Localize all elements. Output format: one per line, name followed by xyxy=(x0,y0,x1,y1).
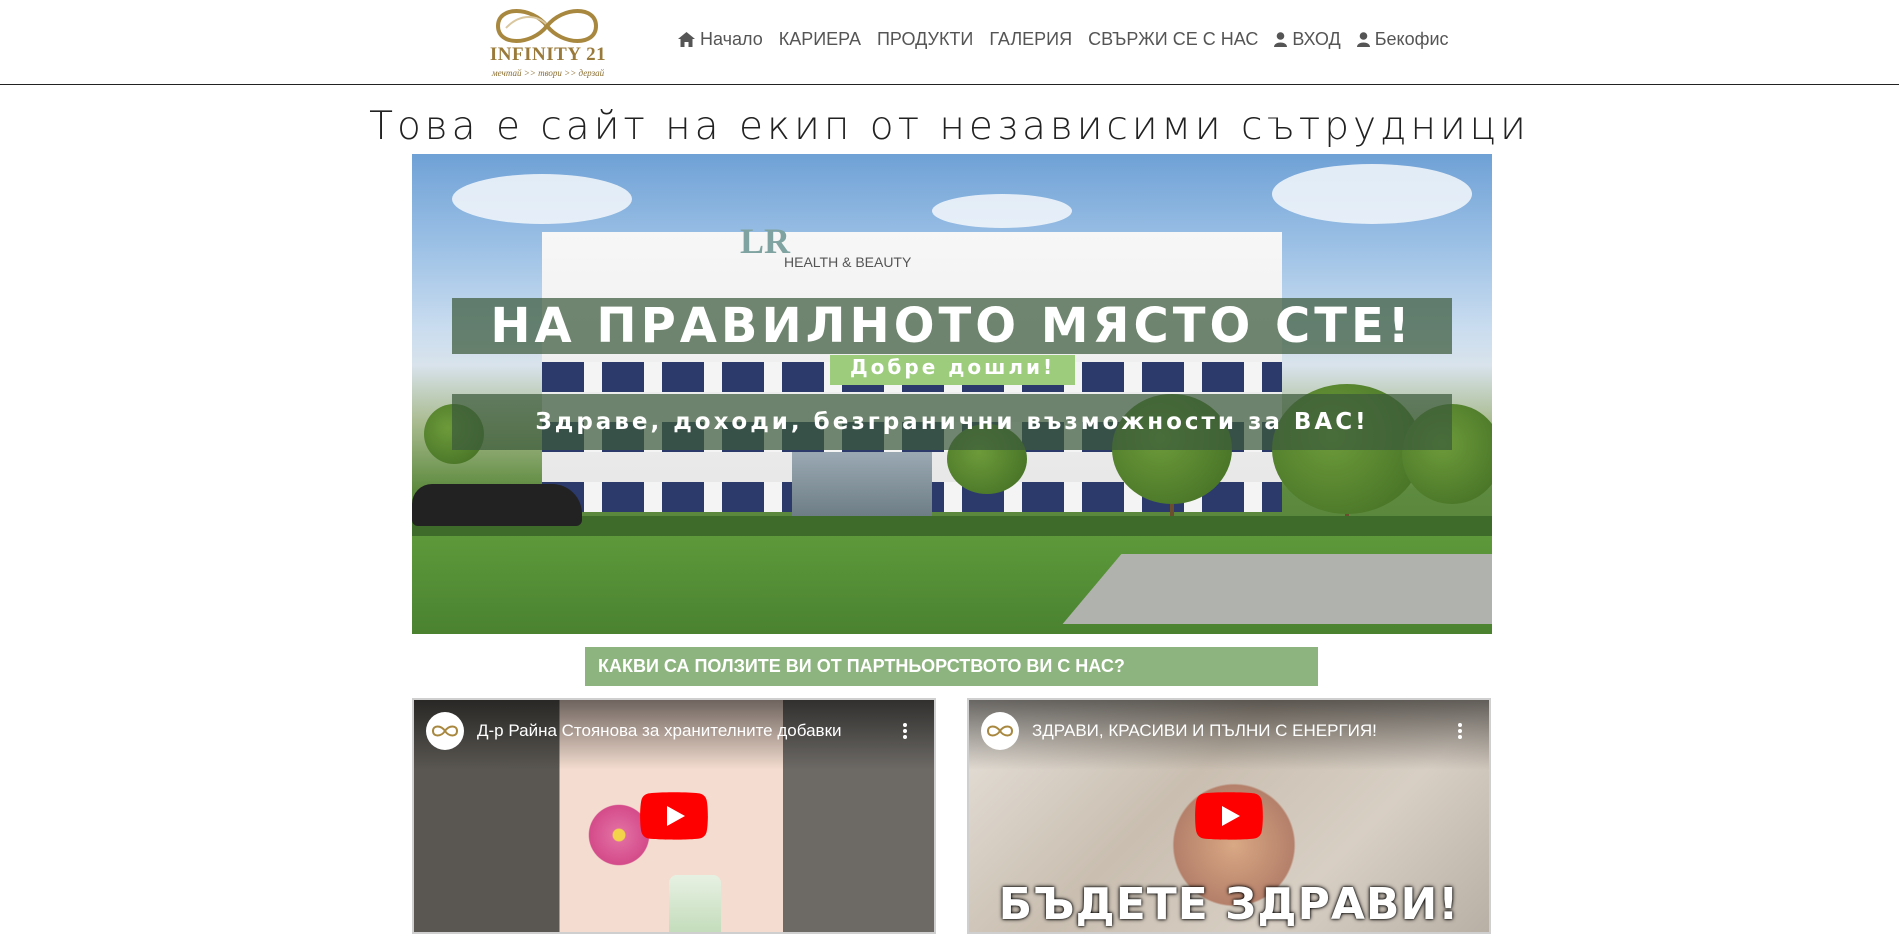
cloud-shape xyxy=(1272,164,1472,224)
cloud-shape xyxy=(452,174,632,224)
nav-item-home[interactable]: Начало xyxy=(678,27,763,51)
video-caption: БЪДЕТЕ ЗДРАВИ! xyxy=(998,879,1460,930)
nav-item-label: ВХОД xyxy=(1292,28,1341,49)
nav-item-career[interactable]: КАРИЕРА xyxy=(779,27,861,51)
user-icon xyxy=(1274,31,1288,47)
home-icon xyxy=(678,31,695,47)
more-vertical-icon[interactable] xyxy=(1457,722,1463,745)
more-vertical-icon[interactable] xyxy=(902,722,908,745)
health-beauty-sign: HEALTH & BEAUTY xyxy=(784,254,912,270)
logo-tagline: мечтай >> твори >> дерзай xyxy=(491,68,605,78)
channel-avatar[interactable] xyxy=(981,712,1019,750)
hero-welcome: Добре дошли! xyxy=(830,355,1075,385)
hero-banner: LR HEALTH & BEAUTY НА ПРАВИЛНОТО МЯСТО С… xyxy=(412,154,1492,634)
hero-headline: НА ПРАВИЛНОТО МЯСТО СТЕ! xyxy=(452,298,1452,354)
infinity-logo-icon xyxy=(431,725,459,737)
nav-item-label: Бекофис xyxy=(1374,28,1449,49)
nav-item-login[interactable]: ВХОД xyxy=(1274,27,1341,51)
infinity-logo-icon xyxy=(986,725,1014,737)
nav-item-label: СВЪРЖИ СЕ С НАС xyxy=(1088,28,1259,49)
user-icon xyxy=(1356,31,1370,47)
nav-item-label: Начало xyxy=(700,28,763,49)
nav-item-label: ПРОДУКТИ xyxy=(876,28,974,49)
site-header: INFINITY 21 мечтай >> твори >> дерзай На… xyxy=(0,0,1899,85)
nav-item-gallery[interactable]: ГАЛЕРИЯ xyxy=(989,27,1072,51)
video-embed[interactable]: Д-р Райна Стоянова за хранителните добав… xyxy=(412,698,936,934)
page-title: Това е сайт на екип от независими сътруд… xyxy=(369,104,1530,149)
nav-item-contact[interactable]: СВЪРЖИ СЕ С НАС xyxy=(1088,27,1258,51)
logo-name: INFINITY 21 xyxy=(489,44,607,65)
infinity-logo-icon xyxy=(495,9,599,43)
channel-avatar[interactable] xyxy=(426,712,464,750)
main-nav: Начало КАРИЕРА ПРОДУКТИ ГАЛЕРИЯ СВЪРЖИ С… xyxy=(678,27,1465,51)
nav-item-label: КАРИЕРА xyxy=(778,28,861,49)
nav-item-backoffice[interactable]: Бекофис xyxy=(1356,27,1449,51)
youtube-play-icon[interactable] xyxy=(1195,792,1263,840)
cloud-shape xyxy=(932,194,1072,228)
parked-car xyxy=(412,484,582,526)
partnership-benefits-button[interactable]: КАКВИ СА ПОЛЗИТЕ ВИ ОТ ПАРТНЬОРСТВОТО ВИ… xyxy=(585,647,1318,686)
video-title[interactable]: ЗДРАВИ, КРАСИВИ И ПЪЛНИ С ЕНЕРГИЯ! xyxy=(1032,721,1377,741)
hero-subline: Здраве, доходи, безгранични възможности … xyxy=(452,394,1452,450)
nav-item-products[interactable]: ПРОДУКТИ xyxy=(877,27,973,51)
product-bottle-image xyxy=(669,875,721,932)
nav-item-label: ГАЛЕРИЯ xyxy=(989,28,1073,49)
site-logo[interactable]: INFINITY 21 мечтай >> твори >> дерзай xyxy=(476,2,618,82)
youtube-play-icon[interactable] xyxy=(640,792,708,840)
path xyxy=(1062,554,1492,624)
lr-sign: LR xyxy=(740,221,791,261)
video-title[interactable]: Д-р Райна Стоянова за хранителните добав… xyxy=(477,721,842,741)
video-embed[interactable]: ЗДРАВИ, КРАСИВИ И ПЪЛНИ С ЕНЕРГИЯ! БЪДЕТ… xyxy=(967,698,1491,934)
